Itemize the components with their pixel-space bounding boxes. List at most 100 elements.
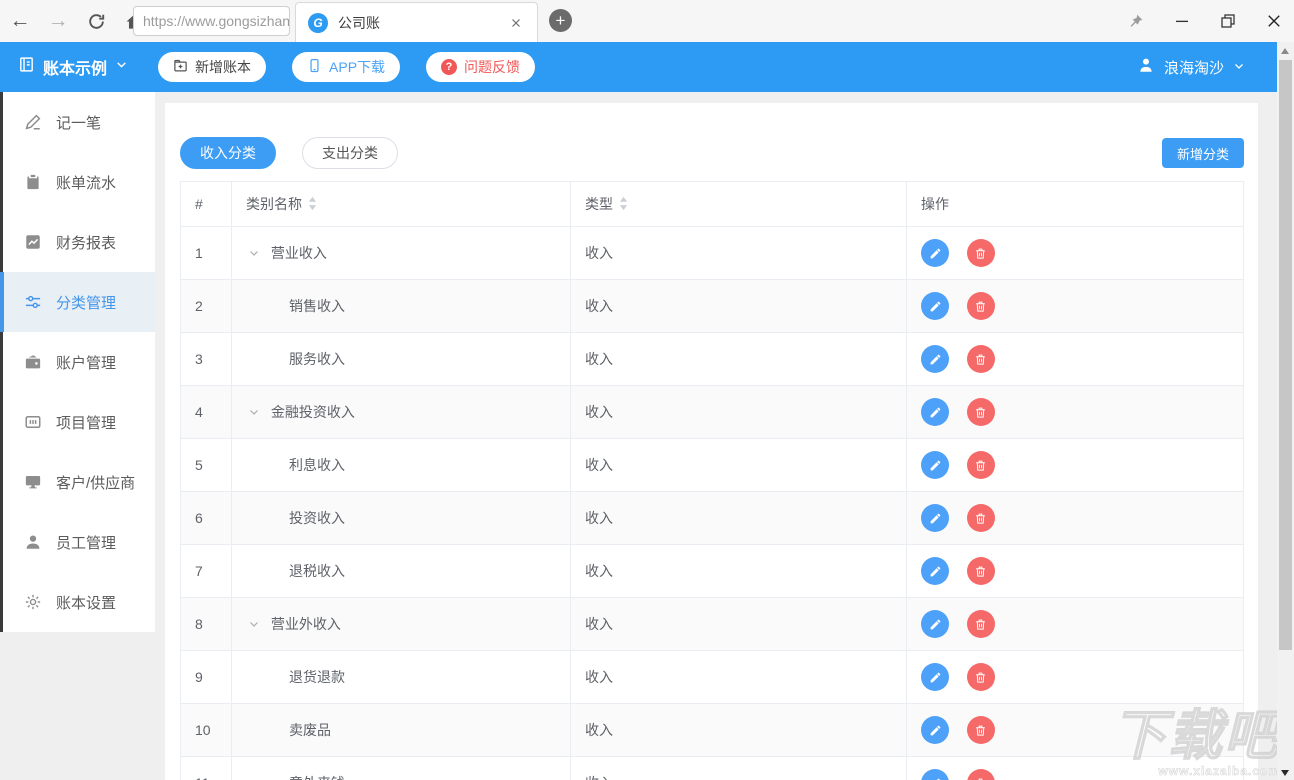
row-index: 11 (181, 757, 232, 780)
chevron-down-icon[interactable] (248, 617, 260, 633)
forward-icon[interactable]: → (44, 7, 72, 35)
delete-button[interactable] (967, 292, 995, 320)
delete-button[interactable] (967, 239, 995, 267)
add-category-button[interactable]: 新增分类 (1162, 138, 1244, 168)
new-book-button[interactable]: 新增账本 (158, 52, 266, 82)
sidebar-item-employee[interactable]: 员工管理 (0, 512, 155, 572)
row-index: 4 (181, 386, 232, 439)
row-actions (907, 704, 1244, 757)
row-index: 3 (181, 333, 232, 386)
delete-button[interactable] (967, 610, 995, 638)
category-tabs: 收入分类支出分类 新增分类 (180, 137, 1244, 169)
chart-icon (24, 233, 42, 251)
page-scrollbar[interactable] (1277, 42, 1294, 780)
browser-chrome: ← → https://www.gongsizhang.c G 公司账 + (0, 0, 1294, 42)
row-index: 8 (181, 598, 232, 651)
delete-button[interactable] (967, 716, 995, 744)
col-header-type[interactable]: 类型 (571, 182, 907, 227)
scrollbar-thumb[interactable] (1279, 60, 1292, 650)
edit-button[interactable] (921, 239, 949, 267)
sidebar-item-customer[interactable]: 客户/供应商 (0, 452, 155, 512)
edit-button[interactable] (921, 663, 949, 691)
row-actions (907, 545, 1244, 598)
address-bar[interactable]: https://www.gongsizhang.c (133, 6, 290, 36)
row-name-cell: 金融投资收入 (232, 386, 571, 439)
edit-button[interactable] (921, 292, 949, 320)
phone-icon (307, 58, 322, 76)
row-type: 收入 (571, 386, 907, 439)
sidebar-item-clipboard[interactable]: 账单流水 (0, 152, 155, 212)
delete-button[interactable] (967, 504, 995, 532)
table-row: 9 退货退款 收入 (181, 651, 1244, 704)
row-type: 收入 (571, 545, 907, 598)
sidebar-item-wallet[interactable]: 账户管理 (0, 332, 155, 392)
table-row: 11 意外来钱 收入 (181, 757, 1244, 780)
row-name-cell: 意外来钱 (232, 757, 571, 780)
back-icon[interactable]: ← (6, 7, 34, 35)
pin-icon[interactable] (1124, 9, 1148, 33)
sidebar-item-chart[interactable]: 财务报表 (0, 212, 155, 272)
feedback-button[interactable]: ? 问题反馈 (426, 52, 535, 82)
scroll-up-icon[interactable] (1281, 48, 1289, 54)
scroll-down-icon[interactable] (1281, 770, 1289, 776)
row-name-cell: 卖废品 (232, 704, 571, 757)
col-header-name[interactable]: 类别名称 (232, 182, 571, 227)
row-type: 收入 (571, 651, 907, 704)
sort-icon[interactable] (308, 196, 317, 214)
sidebar-item-project[interactable]: 项目管理 (0, 392, 155, 452)
row-actions (907, 757, 1244, 780)
edit-button[interactable] (921, 769, 949, 780)
chevron-down-icon[interactable] (248, 405, 260, 421)
delete-button[interactable] (967, 345, 995, 373)
refresh-icon[interactable] (82, 7, 110, 35)
book-name: 账本示例 (43, 55, 107, 79)
col-header-index: # (181, 182, 232, 227)
sort-icon[interactable] (619, 196, 628, 214)
sidebar-item-gear[interactable]: 账本设置 (0, 572, 155, 632)
minimize-icon[interactable] (1170, 9, 1194, 33)
sidebar-item-pencil[interactable]: 记一笔 (0, 92, 155, 152)
row-name-cell: 营业外收入 (232, 598, 571, 651)
edit-button[interactable] (921, 451, 949, 479)
customer-icon (24, 473, 42, 491)
tab-收入分类[interactable]: 收入分类 (180, 137, 276, 169)
row-name-cell: 营业收入 (232, 227, 571, 280)
row-type: 收入 (571, 492, 907, 545)
edit-button[interactable] (921, 345, 949, 373)
delete-button[interactable] (967, 398, 995, 426)
content-card: 收入分类支出分类 新增分类 # 类别名称 类型 操作 1 营业收入 收入 (165, 103, 1258, 780)
row-index: 7 (181, 545, 232, 598)
row-name-cell: 投资收入 (232, 492, 571, 545)
edit-button[interactable] (921, 557, 949, 585)
delete-button[interactable] (967, 451, 995, 479)
delete-button[interactable] (967, 769, 995, 780)
row-actions (907, 651, 1244, 704)
tab-支出分类[interactable]: 支出分类 (302, 137, 398, 169)
employee-icon (24, 533, 42, 551)
username: 浪海淘沙 (1164, 57, 1224, 78)
sidebar-item-sliders[interactable]: 分类管理 (0, 272, 155, 332)
new-tab-icon[interactable]: + (549, 9, 572, 32)
chevron-down-icon (115, 58, 128, 76)
close-icon[interactable] (1262, 9, 1286, 33)
book-switcher[interactable]: 账本示例 (18, 55, 128, 79)
edit-button[interactable] (921, 398, 949, 426)
row-type: 收入 (571, 227, 907, 280)
delete-button[interactable] (967, 557, 995, 585)
edit-button[interactable] (921, 610, 949, 638)
row-actions (907, 598, 1244, 651)
row-actions (907, 227, 1244, 280)
table-row: 1 营业收入 收入 (181, 227, 1244, 280)
edit-button[interactable] (921, 504, 949, 532)
edit-button[interactable] (921, 716, 949, 744)
app-download-button[interactable]: APP下载 (292, 52, 400, 82)
tab-close-icon[interactable] (507, 14, 525, 32)
delete-button[interactable] (967, 663, 995, 691)
row-index: 5 (181, 439, 232, 492)
user-icon (1137, 56, 1155, 78)
browser-tab[interactable]: G 公司账 (295, 2, 538, 42)
user-menu[interactable]: 浪海淘沙 (1137, 56, 1245, 78)
chevron-down-icon[interactable] (248, 246, 260, 262)
restore-icon[interactable] (1216, 9, 1240, 33)
col-header-ops: 操作 (907, 182, 1244, 227)
